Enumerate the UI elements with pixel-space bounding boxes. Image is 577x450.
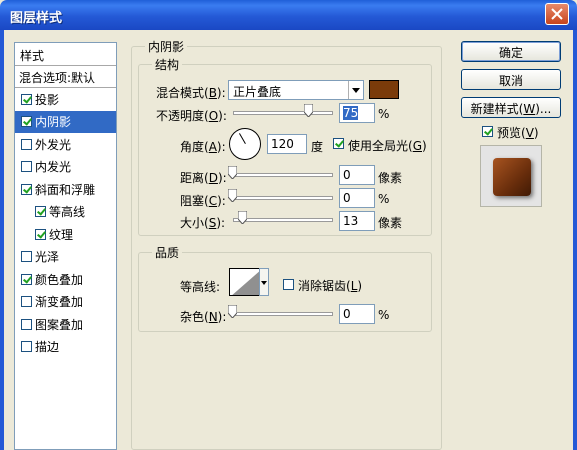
noise-input[interactable]: 0 xyxy=(339,304,375,324)
style-item-checkbox[interactable] xyxy=(21,93,32,105)
style-item-label: 颜色叠加 xyxy=(35,272,84,287)
choke-slider-thumb[interactable] xyxy=(228,189,237,202)
opacity-slider-track[interactable] xyxy=(233,111,333,115)
blend-mode-select[interactable]: 正片叠底 xyxy=(228,80,364,100)
window-frame-right xyxy=(573,30,577,450)
contour-curve-icon xyxy=(232,270,260,295)
style-item[interactable]: 斜面和浮雕 xyxy=(15,178,116,201)
style-item[interactable]: 光泽 xyxy=(15,246,116,269)
style-item-checkbox[interactable] xyxy=(21,273,32,285)
size-slider-thumb[interactable] xyxy=(238,211,247,224)
style-item-label: 内发光 xyxy=(35,160,72,175)
title-bar: 图层样式 xyxy=(0,0,577,30)
window-title: 图层样式 xyxy=(10,11,63,26)
style-item[interactable]: 描边 xyxy=(15,336,116,359)
noise-label: 杂色(N): xyxy=(180,310,227,324)
opacity-unit: % xyxy=(378,107,390,121)
style-item-label: 图案叠加 xyxy=(35,317,84,332)
preview-tile xyxy=(493,158,531,196)
size-input[interactable]: 13 xyxy=(339,211,375,231)
contour-dropdown[interactable] xyxy=(259,268,269,296)
structure-title: 结构 xyxy=(152,56,183,73)
preview-label: 预览(V) xyxy=(497,126,539,140)
style-item[interactable]: 图案叠加 xyxy=(15,313,116,336)
contour-label: 等高线: xyxy=(180,280,221,294)
distance-input[interactable]: 0 xyxy=(339,165,375,185)
style-item-label: 渐变叠加 xyxy=(35,295,84,310)
antialias-label: 消除锯齿(L) xyxy=(298,279,363,293)
style-item-checkbox[interactable] xyxy=(21,161,32,173)
style-item-checkbox[interactable] xyxy=(21,341,32,353)
window-frame-left xyxy=(0,30,4,450)
size-slider-track[interactable] xyxy=(233,218,333,222)
size-label: 大小(S): xyxy=(180,216,226,230)
opacity-label: 不透明度(O): xyxy=(156,109,227,123)
antialias-checkbox[interactable] xyxy=(283,279,294,290)
close-icon xyxy=(551,8,563,20)
choke-unit: % xyxy=(378,192,390,206)
distance-slider-thumb[interactable] xyxy=(228,166,237,179)
choke-label: 阻塞(C): xyxy=(180,194,226,208)
style-item[interactable]: 内阴影 xyxy=(15,110,116,133)
style-item[interactable]: 内发光 xyxy=(15,156,116,179)
shadow-color-swatch[interactable] xyxy=(369,80,399,99)
style-item-label: 纹理 xyxy=(49,227,74,242)
opacity-slider-thumb[interactable] xyxy=(303,104,313,117)
close-button[interactable] xyxy=(545,3,569,25)
style-item[interactable]: 渐变叠加 xyxy=(15,291,116,314)
style-item[interactable]: 投影 xyxy=(15,88,116,111)
quality-title: 品质 xyxy=(152,244,183,261)
distance-unit: 像素 xyxy=(378,171,403,185)
angle-input[interactable]: 120 xyxy=(267,134,307,154)
style-item-label: 外发光 xyxy=(35,137,72,152)
style-item-label: 斜面和浮雕 xyxy=(35,182,96,197)
angle-unit: 度 xyxy=(311,140,324,154)
style-item[interactable]: 颜色叠加 xyxy=(15,268,116,291)
style-item-label: 描边 xyxy=(35,340,60,355)
choke-input[interactable]: 0 xyxy=(339,188,375,208)
new-style-button[interactable]: 新建样式(W)... xyxy=(461,97,561,118)
style-item-checkbox[interactable] xyxy=(21,251,32,263)
noise-slider-thumb[interactable] xyxy=(228,305,237,318)
distance-slider-track[interactable] xyxy=(233,173,333,177)
style-preview xyxy=(480,145,542,207)
style-item[interactable]: 纹理 xyxy=(15,223,116,246)
blend-mode-value: 正片叠底 xyxy=(233,85,282,99)
chevron-down-icon xyxy=(261,281,267,285)
blend-options-item[interactable]: 混合选项:默认 xyxy=(15,66,116,88)
blend-mode-dropdown[interactable] xyxy=(348,81,363,99)
size-unit: 像素 xyxy=(378,216,403,230)
style-list: 样式 混合选项:默认 投影内阴影外发光内发光斜面和浮雕等高线纹理光泽颜色叠加渐变… xyxy=(14,42,117,450)
style-item[interactable]: 等高线 xyxy=(15,201,116,224)
style-item-checkbox[interactable] xyxy=(35,228,46,240)
blend-mode-label: 混合模式(B): xyxy=(156,86,226,100)
global-light-label: 使用全局光(G) xyxy=(348,139,427,153)
style-item[interactable]: 外发光 xyxy=(15,133,116,156)
style-item-label: 等高线 xyxy=(49,205,86,220)
ok-button[interactable]: 确定 xyxy=(461,41,561,62)
style-item-label: 内阴影 xyxy=(35,115,72,130)
distance-label: 距离(D): xyxy=(180,171,227,185)
style-list-header[interactable]: 样式 xyxy=(15,43,116,66)
preview-checkbox[interactable] xyxy=(482,126,493,137)
angle-label: 角度(A): xyxy=(180,140,226,154)
style-item-checkbox[interactable] xyxy=(21,296,32,308)
style-item-checkbox[interactable] xyxy=(21,318,32,330)
style-item-label: 光泽 xyxy=(35,250,60,265)
choke-slider-track[interactable] xyxy=(233,196,333,200)
style-item-checkbox[interactable] xyxy=(21,183,32,195)
style-item-label: 投影 xyxy=(35,92,60,107)
inner-shadow-title: 内阴影 xyxy=(145,38,188,55)
style-item-checkbox[interactable] xyxy=(21,138,32,150)
style-item-checkbox[interactable] xyxy=(35,206,46,218)
cancel-button[interactable]: 取消 xyxy=(461,69,561,90)
noise-slider-track[interactable] xyxy=(233,312,333,316)
style-item-checkbox[interactable] xyxy=(21,116,32,128)
chevron-down-icon xyxy=(352,88,360,93)
contour-picker[interactable] xyxy=(229,268,261,296)
opacity-input[interactable]: 75 xyxy=(339,103,375,123)
angle-dial[interactable] xyxy=(229,128,261,160)
global-light-checkbox[interactable] xyxy=(333,138,344,149)
noise-unit: % xyxy=(378,308,390,322)
